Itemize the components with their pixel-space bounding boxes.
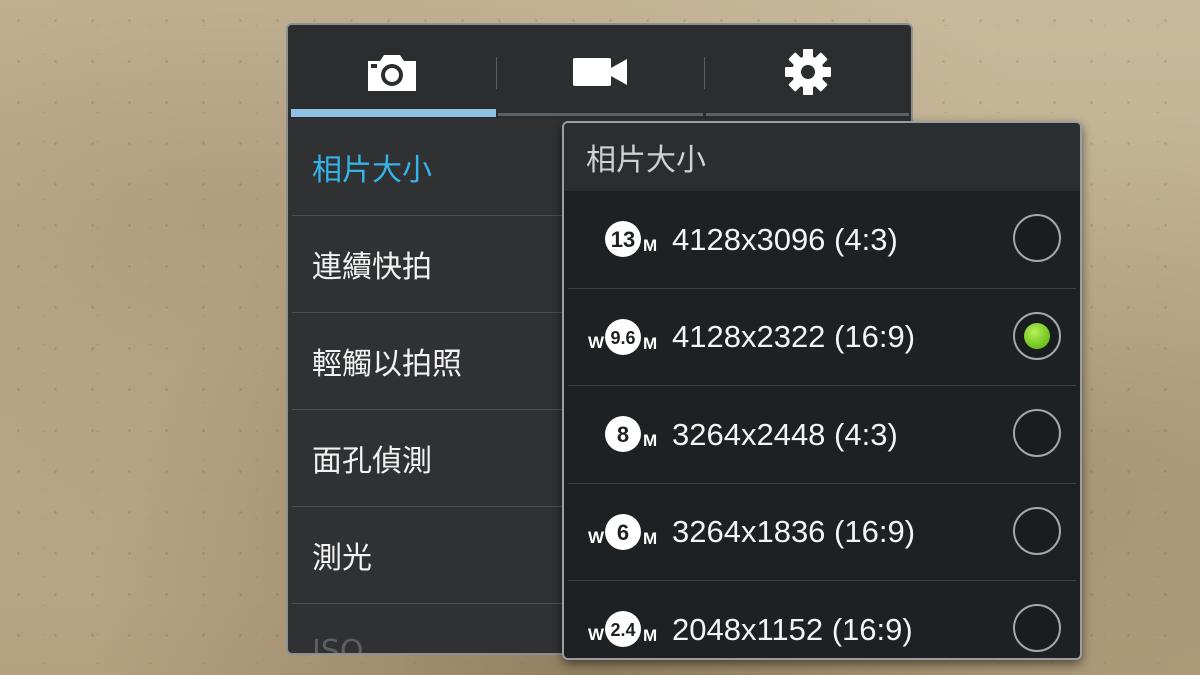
tab-settings[interactable] xyxy=(704,25,911,119)
svg-text:M: M xyxy=(643,334,657,353)
menu-item-photo-size[interactable]: 相片大小 xyxy=(292,119,572,216)
video-camera-icon xyxy=(573,58,627,86)
svg-text:M: M xyxy=(643,626,657,645)
radio-selected-dot xyxy=(1024,322,1050,349)
radio-button[interactable] xyxy=(1013,506,1061,555)
tab-photo[interactable] xyxy=(288,25,496,119)
option-label: 4128x3096 (4:3) xyxy=(672,221,898,257)
tab-video[interactable] xyxy=(496,25,704,119)
radio-button-selected[interactable] xyxy=(1013,311,1061,360)
option-label: 4128x2322 (16:9) xyxy=(672,319,916,354)
svg-text:13: 13 xyxy=(611,227,635,252)
menu-item-metering[interactable]: 測光 xyxy=(292,507,572,604)
option-label: 3264x1836 (16:9) xyxy=(672,514,916,549)
settings-menu: 相片大小 連續快拍 輕觸以拍照 面孔偵測 測光 ISO xyxy=(292,119,572,655)
menu-item-label: 測光 xyxy=(312,541,372,576)
gear-icon xyxy=(784,49,831,95)
menu-item-tap-to-take-pics[interactable]: 輕觸以拍照 xyxy=(292,313,572,410)
menu-item-face-detection[interactable]: 面孔偵測 xyxy=(292,410,572,507)
settings-tab-bar xyxy=(288,25,911,119)
svg-text:8: 8 xyxy=(617,422,629,447)
camera-icon xyxy=(368,55,416,91)
photo-size-option[interactable]: W 9.6 M 4128x2322 (16:9) xyxy=(568,289,1076,386)
menu-item-label: ISO xyxy=(312,634,364,655)
svg-text:W: W xyxy=(588,528,605,547)
photo-size-option[interactable]: W 6 M 3264x1836 (16:9) xyxy=(568,484,1076,581)
menu-item-label: 連續快拍 xyxy=(312,250,432,285)
svg-text:2.4: 2.4 xyxy=(610,620,635,640)
menu-item-burst-shot[interactable]: 連續快拍 xyxy=(292,216,572,313)
photo-size-option[interactable]: 8 M 3264x2448 (4:3) xyxy=(568,386,1076,484)
radio-button[interactable] xyxy=(1013,409,1061,457)
resolution-badge-icon: W 2.4 M xyxy=(588,611,657,647)
svg-text:M: M xyxy=(643,431,657,450)
photo-size-option[interactable]: 13 M 4128x3096 (4:3) xyxy=(568,191,1076,289)
resolution-badge-icon: 8 M xyxy=(605,416,657,452)
menu-item-iso[interactable]: ISO xyxy=(292,604,572,655)
resolution-badge-icon: W 9.6 M xyxy=(588,318,657,355)
svg-text:W: W xyxy=(588,625,605,644)
photo-size-option[interactable]: W 2.4 M 2048x1152 (16:9) xyxy=(568,581,1076,658)
resolution-badge-icon: 13 M xyxy=(605,221,657,257)
svg-text:M: M xyxy=(643,236,657,255)
active-tab-indicator xyxy=(291,109,496,117)
option-label: 2048x1152 (16:9) xyxy=(672,611,913,647)
tab-indicator-track xyxy=(498,113,703,116)
radio-button[interactable] xyxy=(1013,604,1061,652)
option-label: 3264x2448 (4:3) xyxy=(672,416,898,452)
radio-button[interactable] xyxy=(1013,214,1061,262)
menu-item-label: 面孔偵測 xyxy=(312,444,432,479)
menu-item-label: 輕觸以拍照 xyxy=(312,347,462,382)
svg-text:9.6: 9.6 xyxy=(610,328,635,348)
svg-text:6: 6 xyxy=(617,520,629,545)
resolution-badge-icon: W 6 M xyxy=(588,513,657,550)
dialog-title: 相片大小 xyxy=(564,123,1080,191)
photo-size-dialog: 相片大小 13 M 4128x3096 (4:3) W 9.6 M 4128x2… xyxy=(562,121,1082,660)
tab-indicator-track xyxy=(706,113,909,116)
svg-text:M: M xyxy=(643,529,657,548)
menu-item-label: 相片大小 xyxy=(312,153,432,188)
svg-text:W: W xyxy=(588,333,605,352)
